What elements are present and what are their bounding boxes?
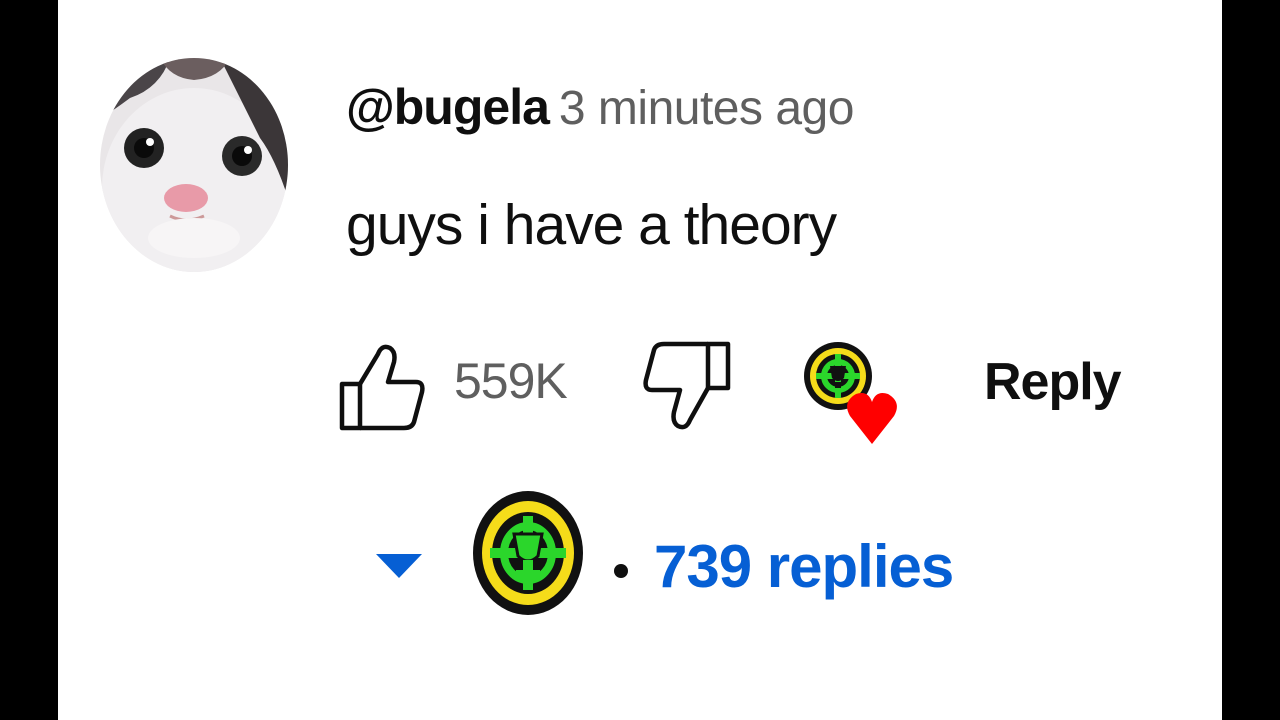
- thumbs-down-icon: [643, 341, 731, 430]
- caret-down-icon: [376, 554, 422, 578]
- avatar[interactable]: [100, 58, 288, 272]
- thumbs-up-icon: [339, 344, 425, 431]
- like-count: 559K: [454, 353, 568, 409]
- cat-avatar-image: [100, 58, 288, 272]
- creator-heart-badge[interactable]: [800, 338, 904, 448]
- reply-button[interactable]: Reply: [984, 352, 1122, 412]
- separator-dot: [614, 564, 628, 578]
- comment-header: @bugela 3 minutes ago: [346, 78, 854, 136]
- like-button[interactable]: [338, 340, 426, 432]
- game-theory-logo-icon: [473, 491, 583, 615]
- comment-card: @bugela 3 minutes ago guys i have a theor…: [58, 0, 1222, 720]
- view-replies-button[interactable]: 739 replies: [376, 488, 996, 618]
- replier-avatar: [472, 490, 584, 616]
- dislike-button[interactable]: [642, 340, 732, 432]
- timestamp[interactable]: 3 minutes ago: [559, 82, 855, 135]
- author-name[interactable]: @bugela: [346, 79, 550, 135]
- comment-text: guys i have a theory: [346, 193, 837, 257]
- creator-heart-icon: [804, 342, 897, 444]
- replies-count[interactable]: 739 replies: [654, 532, 954, 601]
